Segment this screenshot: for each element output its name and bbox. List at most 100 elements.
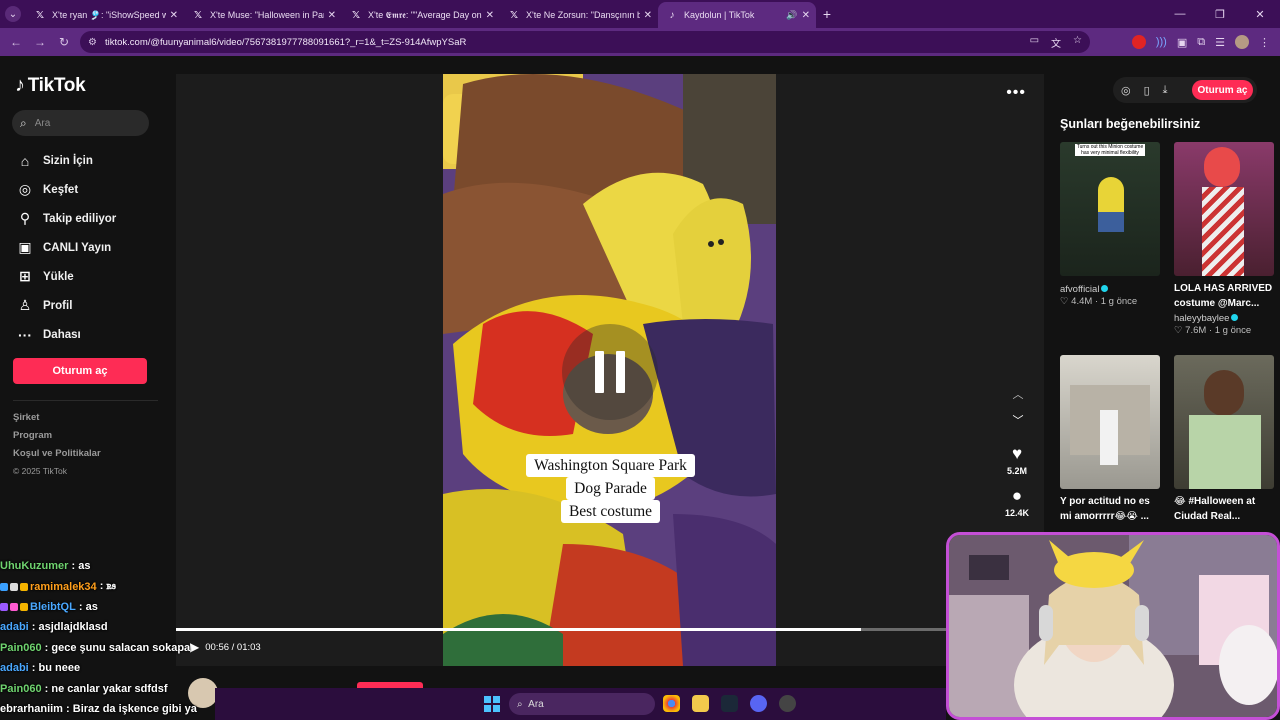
- home-icon: ⌂: [20, 152, 30, 169]
- sidebar-item-following[interactable]: ⚲ Takip ediliyor: [16, 204, 116, 233]
- minimize-icon[interactable]: —: [1160, 8, 1200, 20]
- recommendation-card[interactable]: LOLA HAS ARRIVED costume @Marc... haleyy…: [1174, 142, 1274, 336]
- x-icon: 𝕏: [35, 9, 45, 21]
- address-bar[interactable]: ⚙ tiktok.com/@fuunyanimal6/video/7567381…: [80, 31, 1090, 53]
- windows-start-icon[interactable]: [484, 696, 500, 712]
- sidebar-item-more[interactable]: ··· Dahası: [16, 320, 116, 349]
- tab-title: X'te ryan 🎐: "iShowSpeed wen...: [52, 9, 166, 20]
- close-icon[interactable]: ✕: [802, 10, 810, 21]
- site-info-icon[interactable]: ⚙: [88, 37, 97, 48]
- chevron-down-icon[interactable]: ﹀: [1010, 412, 1026, 428]
- obs-icon[interactable]: [779, 695, 796, 712]
- profile-avatar[interactable]: [1235, 35, 1249, 49]
- search-input[interactable]: ⌕ Ara: [12, 110, 149, 136]
- badge-icon: [20, 602, 28, 611]
- recommendation-thumbnail: Turns out this Minion costume has very m…: [1060, 142, 1160, 276]
- sidebar-item-label: Yükle: [43, 270, 74, 283]
- browser-tab-active[interactable]: ♪ Kaydolun | TikTok 🔊 ✕: [658, 2, 816, 28]
- footer-link-company[interactable]: Şirket: [13, 412, 101, 430]
- recommendation-title: 😂 #Halloween at Ciudad Real...: [1174, 496, 1256, 522]
- download-icon[interactable]: ⤓: [1163, 84, 1168, 97]
- chat-user: ebrarhaniim: [0, 702, 63, 715]
- sidebar-item-profile[interactable]: ♙ Profil: [16, 291, 116, 320]
- close-icon[interactable]: ✕: [486, 10, 494, 21]
- browser-tab[interactable]: 𝕏 X'te Muse: "Halloween in Paris 🎃 ✕: [184, 2, 342, 28]
- compass-icon: ◎: [18, 181, 32, 197]
- extensions-area: ))) ▣ ⧉ ☰ ⋮: [1131, 28, 1280, 56]
- verified-icon: [1101, 285, 1109, 292]
- top-login-button[interactable]: Oturum aç: [1192, 80, 1253, 100]
- new-tab-button[interactable]: +: [816, 6, 838, 22]
- recommendation-card[interactable]: Turns out this Minion costume has very m…: [1060, 142, 1160, 307]
- tiktok-logo[interactable]: ♪ TikTok: [15, 74, 86, 97]
- discord-icon[interactable]: [750, 695, 767, 712]
- extension-icon[interactable]: [1131, 35, 1146, 49]
- back-icon[interactable]: ←: [4, 35, 28, 49]
- browser-tab[interactable]: 𝕏 X'te Ne Zorsun: "Dansçının bek... ✕: [500, 2, 658, 28]
- like-button[interactable]: ♥ 5.2M: [1004, 444, 1030, 476]
- close-icon[interactable]: ✕: [644, 10, 652, 21]
- recommendation-user[interactable]: afvofficial: [1060, 284, 1160, 295]
- sidebar-item-for-you[interactable]: ⌂ Sizin İçin: [16, 146, 116, 175]
- speaker-icon[interactable]: 🔊: [786, 10, 797, 21]
- tab-search-button[interactable]: ⌄: [0, 0, 26, 28]
- more-options-icon[interactable]: •••: [1006, 84, 1026, 102]
- browser-tab[interactable]: 𝕏 X'te ryan 🎐: "iShowSpeed wen... ✕: [26, 2, 184, 28]
- forward-icon[interactable]: →: [28, 35, 52, 49]
- coin-icon[interactable]: ◎: [1121, 84, 1131, 97]
- file-explorer-icon[interactable]: [692, 695, 709, 712]
- recommendation-card[interactable]: Y por actitud no es mi amorrrrr😂😭 ...: [1060, 355, 1160, 524]
- live-icon: ▣: [18, 239, 32, 255]
- cast-icon[interactable]: ▭: [1030, 35, 1039, 50]
- translate-icon[interactable]: 文: [1051, 35, 1061, 50]
- taskbar-search-placeholder: Ara: [528, 698, 544, 710]
- chat-message: : asjdlajdklasd: [31, 621, 108, 634]
- chat-user: UhuKuzumer: [0, 560, 69, 573]
- verified-icon: [1231, 314, 1239, 321]
- footer-link-program[interactable]: Program: [13, 430, 101, 448]
- taskbar-apps: [663, 695, 796, 712]
- x-icon: 𝕏: [193, 9, 203, 21]
- sidebar-item-live[interactable]: ▣ CANLI Yayın: [16, 233, 116, 262]
- video-progress-bar[interactable]: [176, 628, 946, 631]
- bookmark-star-icon[interactable]: ☆: [1073, 35, 1082, 50]
- recommendation-card[interactable]: 😂 #Halloween at Ciudad Real...: [1174, 355, 1274, 524]
- shirt-shape: [1189, 415, 1261, 489]
- kebab-menu-icon[interactable]: ⋮: [1259, 36, 1270, 49]
- puzzle-icon[interactable]: ⧉: [1197, 36, 1205, 49]
- restore-icon[interactable]: ❐: [1200, 8, 1240, 21]
- sidebar-item-upload[interactable]: ⊞ Yükle: [16, 262, 116, 291]
- screen: ⌄ 𝕏 X'te ryan 🎐: "iShowSpeed wen... ✕ 𝕏 …: [0, 0, 1280, 720]
- browser-tab[interactable]: 𝕏 X'te 𝕰𝖒𝖗𝖊: ""Average Day on th... ✕: [342, 2, 500, 28]
- video-player[interactable]: Washington Square Park Dog Parade Best c…: [443, 74, 776, 666]
- close-icon[interactable]: ✕: [328, 10, 336, 21]
- pause-icon[interactable]: [562, 324, 658, 420]
- extension-icon[interactable]: ▣: [1177, 36, 1187, 49]
- device-icon[interactable]: ▯: [1144, 84, 1150, 97]
- extension-icon[interactable]: ))): [1156, 36, 1167, 48]
- footer-link-terms[interactable]: Koşul ve Politikalar: [13, 448, 101, 466]
- chat-line: ebrarhaniim : Biraz da işkence gibi ya: [0, 699, 215, 719]
- close-icon[interactable]: ✕: [170, 10, 178, 21]
- chevron-up-icon[interactable]: ︿: [1010, 386, 1026, 402]
- reading-list-icon[interactable]: ☰: [1215, 36, 1225, 49]
- steam-icon[interactable]: [721, 695, 738, 712]
- recommendation-user[interactable]: haleyybaylee: [1174, 313, 1274, 324]
- webcam-image: [949, 535, 1277, 717]
- chat-message: : gece şunu salacan sokapa: [44, 641, 191, 654]
- comment-button[interactable]: ● 12.4K: [1004, 486, 1030, 518]
- taskbar-search[interactable]: ⌕ Ara: [509, 693, 655, 715]
- comment-icon: ●: [1011, 486, 1023, 505]
- thumbnail-text: Turns out this Minion costume has very m…: [1075, 144, 1145, 156]
- close-window-icon[interactable]: ✕: [1240, 8, 1280, 21]
- chat-message: : Biraz da işkence gibi ya: [66, 702, 197, 715]
- sidebar-item-explore[interactable]: ◎ Keşfet: [16, 175, 116, 204]
- chrome-icon[interactable]: [663, 695, 680, 712]
- login-button[interactable]: Oturum aç: [13, 358, 147, 384]
- chat-message: : ꭱꭶ: [99, 580, 116, 593]
- person-figure: [1100, 410, 1118, 465]
- chat-line: Pain060 : gece şunu salacan sokapa: [0, 638, 215, 658]
- tab-title: X'te Muse: "Halloween in Paris 🎃: [210, 9, 324, 20]
- chat-line: BleibtQL : as: [0, 597, 215, 617]
- reload-icon[interactable]: ↻: [52, 35, 76, 49]
